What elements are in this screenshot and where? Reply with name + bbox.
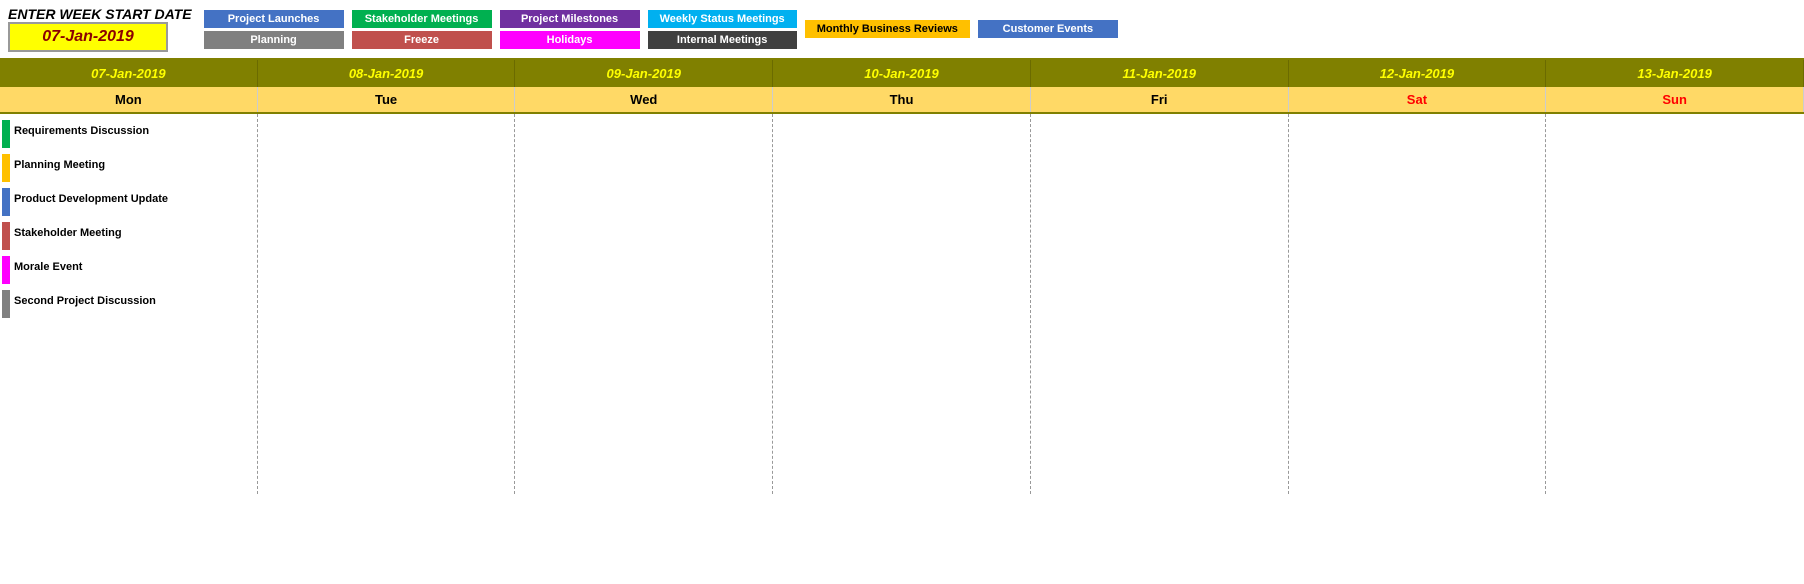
- calendar-container: 07-Jan-2019 08-Jan-2019 09-Jan-2019 10-J…: [0, 58, 1804, 494]
- event-product-development: Product Development Update: [2, 188, 255, 216]
- date-header-tue: 08-Jan-2019: [258, 60, 516, 87]
- legend-group-1: Project Launches Planning: [204, 10, 344, 49]
- event-label: Stakeholder Meeting: [10, 222, 126, 250]
- legend-freeze: Freeze: [352, 31, 492, 49]
- day-name-sat: Sat: [1289, 87, 1547, 112]
- legend-weekly-status: Weekly Status Meetings: [648, 10, 797, 28]
- legend-customer-events: Customer Events: [978, 20, 1118, 38]
- event-label: Requirements Discussion: [10, 120, 153, 148]
- legend-internal-meetings: Internal Meetings: [648, 31, 797, 49]
- event-label: Planning Meeting: [10, 154, 109, 182]
- calendar-body: Requirements Discussion Planning Meeting…: [0, 112, 1804, 494]
- date-header-fri: 11-Jan-2019: [1031, 60, 1289, 87]
- date-header-row: 07-Jan-2019 08-Jan-2019 09-Jan-2019 10-J…: [0, 60, 1804, 87]
- top-section: ENTER WEEK START DATE Project Launches P…: [0, 0, 1804, 58]
- day-column-wed: [515, 114, 773, 494]
- date-header-sun: 13-Jan-2019: [1546, 60, 1804, 87]
- date-header-thu: 10-Jan-2019: [773, 60, 1031, 87]
- date-input[interactable]: [8, 22, 168, 52]
- event-color-bar: [2, 154, 10, 182]
- legend-group-4: Weekly Status Meetings Internal Meetings: [648, 10, 797, 49]
- event-color-bar: [2, 256, 10, 284]
- legend-group-5: Monthly Business Reviews: [805, 20, 970, 38]
- event-planning-meeting: Planning Meeting: [2, 154, 255, 182]
- event-requirements-discussion: Requirements Discussion: [2, 120, 255, 148]
- day-name-fri: Fri: [1031, 87, 1289, 112]
- day-name-row: Mon Tue Wed Thu Fri Sat Sun: [0, 87, 1804, 112]
- day-name-wed: Wed: [515, 87, 773, 112]
- event-label: Second Project Discussion: [10, 290, 160, 318]
- event-color-bar: [2, 120, 10, 148]
- legend-group-2: Stakeholder Meetings Freeze: [352, 10, 492, 49]
- event-color-bar: [2, 222, 10, 250]
- day-column-mon: Requirements Discussion Planning Meeting…: [0, 114, 258, 494]
- day-column-tue: [258, 114, 516, 494]
- event-color-bar: [2, 290, 10, 318]
- date-header-sat: 12-Jan-2019: [1289, 60, 1547, 87]
- legend-project-launches: Project Launches: [204, 10, 344, 28]
- day-column-fri: [1031, 114, 1289, 494]
- day-column-sun: [1546, 114, 1804, 494]
- day-name-mon: Mon: [0, 87, 258, 112]
- day-name-thu: Thu: [773, 87, 1031, 112]
- legend-monthly-reviews: Monthly Business Reviews: [805, 20, 970, 38]
- event-morale-event: Morale Event: [2, 256, 255, 284]
- legend-group-6: Customer Events: [978, 20, 1118, 38]
- event-color-bar: [2, 188, 10, 216]
- date-header-wed: 09-Jan-2019: [515, 60, 773, 87]
- legend-holidays: Holidays: [500, 31, 640, 49]
- event-second-project: Second Project Discussion: [2, 290, 255, 318]
- legend-planning: Planning: [204, 31, 344, 49]
- legend-stakeholder-meetings: Stakeholder Meetings: [352, 10, 492, 28]
- day-name-tue: Tue: [258, 87, 516, 112]
- date-header-mon: 07-Jan-2019: [0, 60, 258, 87]
- day-name-sun: Sun: [1546, 87, 1804, 112]
- enter-label: ENTER WEEK START DATE: [8, 6, 192, 22]
- day-column-thu: [773, 114, 1031, 494]
- legend-group-3: Project Milestones Holidays: [500, 10, 640, 49]
- event-stakeholder-meeting: Stakeholder Meeting: [2, 222, 255, 250]
- event-label: Product Development Update: [10, 188, 172, 216]
- legend-project-milestones: Project Milestones: [500, 10, 640, 28]
- day-column-sat: [1289, 114, 1547, 494]
- event-label: Morale Event: [10, 256, 86, 284]
